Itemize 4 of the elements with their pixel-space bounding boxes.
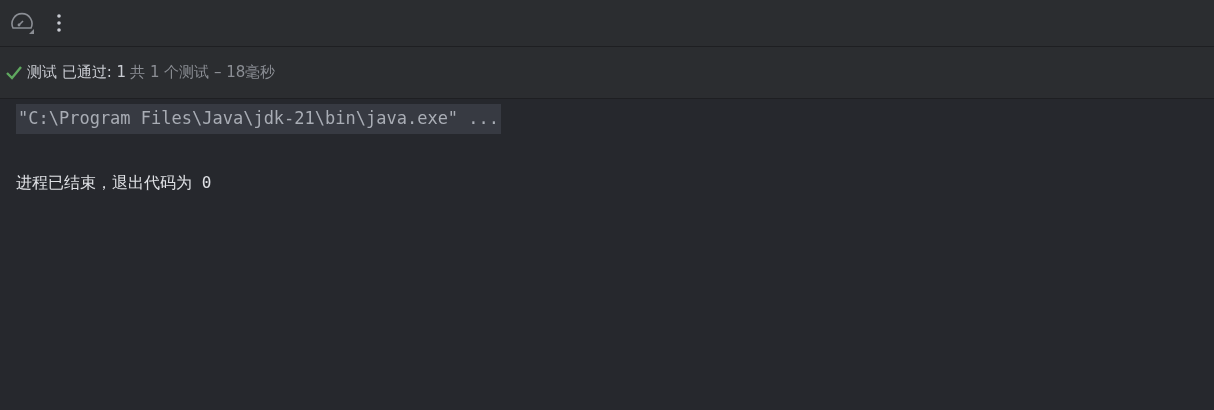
more-options-icon[interactable] xyxy=(54,11,64,35)
console-output: 进程已结束，退出代码为 0 xyxy=(16,172,212,194)
test-summary-text: 共 1 个测试 – 18毫秒 xyxy=(130,62,276,84)
test-status-text: 测试 已通过: 1 xyxy=(27,62,127,84)
